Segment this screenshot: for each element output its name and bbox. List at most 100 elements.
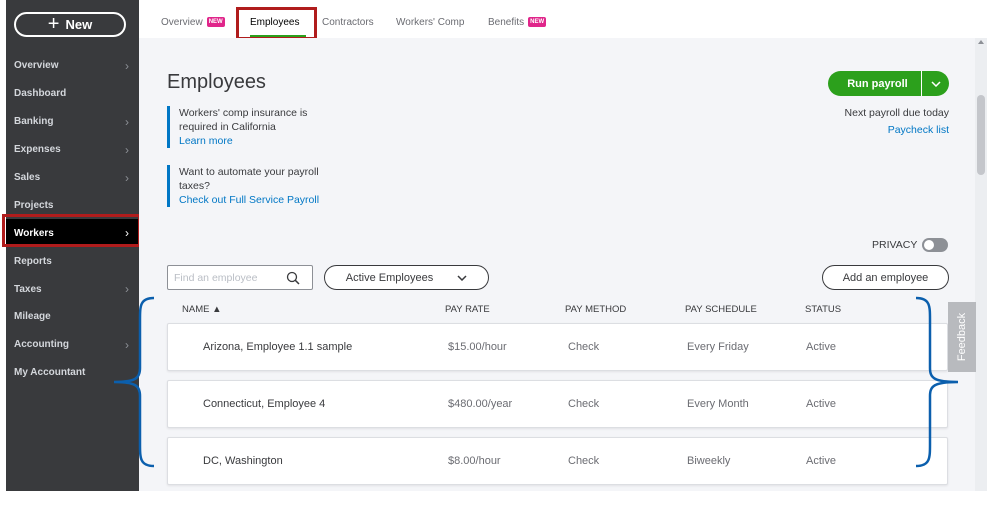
header-label: NAME	[182, 304, 210, 315]
tab-overview[interactable]: Overview NEW	[161, 14, 225, 30]
feedback-label: Feedback	[956, 312, 968, 362]
chevron-down-icon	[930, 80, 941, 87]
sidebar-item-workers[interactable]: Workers ›	[6, 219, 139, 248]
pay-method: Check	[568, 455, 600, 467]
pay-schedule: Every Friday	[687, 341, 749, 353]
sidebar-item-label: Dashboard	[14, 88, 67, 100]
plus-icon: +	[47, 12, 60, 35]
tab-benefits[interactable]: Benefits NEW	[488, 14, 547, 30]
column-header-pay-method: PAY METHOD	[565, 304, 627, 315]
privacy-toggle[interactable]	[922, 238, 949, 252]
run-payroll-label[interactable]: Run payroll	[828, 71, 921, 96]
chevron-down-icon	[457, 274, 467, 281]
sidebar-item-label: Reports	[14, 255, 52, 267]
table-row[interactable]: Arizona, Employee 1.1 sample $15.00/hour…	[167, 323, 948, 371]
scroll-thumb[interactable]	[977, 95, 985, 175]
sidebar-item-label: Sales	[14, 172, 41, 183]
workers-comp-notice: Workers' comp insurance is required in C…	[167, 106, 347, 148]
learn-more-link[interactable]: Learn more	[179, 134, 347, 148]
tab-label: Workers' Comp	[396, 16, 465, 28]
tab-label: Overview	[161, 16, 203, 28]
vertical-scrollbar[interactable]	[975, 38, 987, 491]
search-icon[interactable]	[286, 271, 300, 285]
chevron-right-icon: ›	[125, 337, 129, 352]
privacy-toggle-group: PRIVACY	[872, 238, 949, 252]
filter-selected-value: Active Employees	[345, 271, 434, 284]
sidebar-item-label: Taxes	[14, 283, 42, 295]
pay-rate: $480.00/year	[448, 398, 513, 410]
pay-schedule: Biweekly	[687, 455, 731, 467]
tab-workers-comp[interactable]: Workers' Comp	[396, 14, 464, 30]
sidebar-item-label: Overview	[14, 60, 59, 72]
sidebar-item-mileage[interactable]: Mileage	[6, 303, 139, 331]
feedback-tab[interactable]: Feedback	[948, 302, 976, 372]
chevron-right-icon: ›	[125, 114, 129, 129]
sidebar-item-projects[interactable]: Projects	[6, 191, 139, 219]
column-header-name[interactable]: NAME ▲	[182, 304, 222, 315]
sidebar-item-taxes[interactable]: Taxes ›	[6, 275, 139, 303]
employee-name[interactable]: DC, Washington	[203, 455, 283, 467]
tab-label: Employees	[250, 16, 300, 28]
sidebar-item-label: Mileage	[14, 311, 51, 323]
pay-rate: $8.00/hour	[448, 455, 501, 467]
table-row[interactable]: Connecticut, Employee 4 $480.00/year Che…	[167, 380, 948, 428]
paycheck-list-link[interactable]: Paycheck list	[888, 124, 949, 136]
chevron-right-icon: ›	[125, 58, 129, 73]
privacy-label: PRIVACY	[872, 239, 918, 251]
sidebar-item-accounting[interactable]: Accounting ›	[6, 331, 139, 359]
sidebar-item-dashboard[interactable]: Dashboard	[6, 80, 139, 108]
sidebar-item-label: Accounting	[14, 339, 69, 351]
new-button[interactable]: + New	[14, 12, 126, 37]
sidebar-item-expenses[interactable]: Expenses ›	[6, 136, 139, 164]
column-header-pay-rate: PAY RATE	[445, 304, 490, 315]
scroll-up-arrow-icon[interactable]	[978, 40, 984, 44]
full-service-payroll-link[interactable]: Check out Full Service Payroll	[179, 193, 347, 207]
sidebar-item-label: Banking	[14, 116, 54, 128]
sidebar-item-overview[interactable]: Overview ›	[6, 52, 139, 80]
search-input[interactable]	[174, 271, 286, 284]
page-title: Employees	[167, 71, 266, 93]
employee-status: Active	[806, 455, 836, 467]
chevron-right-icon: ›	[125, 142, 129, 157]
employee-name[interactable]: Connecticut, Employee 4	[203, 398, 325, 410]
tab-label: Contractors	[322, 16, 374, 28]
employee-name[interactable]: Arizona, Employee 1.1 sample	[203, 341, 352, 353]
pay-method: Check	[568, 341, 600, 353]
toggle-knob	[924, 240, 935, 250]
pay-method: Check	[568, 398, 600, 410]
tab-label: Benefits	[488, 16, 525, 28]
chevron-right-icon: ›	[125, 226, 129, 241]
sidebar-item-label: Projects	[14, 199, 54, 211]
run-payroll-button: Run payroll	[828, 71, 949, 96]
new-button-label: New	[65, 17, 93, 32]
sidebar-item-sales[interactable]: Sales ›	[6, 164, 139, 192]
chevron-right-icon: ›	[125, 170, 129, 185]
tab-employees[interactable]: Employees	[250, 14, 299, 30]
run-payroll-dropdown[interactable]	[921, 71, 949, 96]
employee-search-box	[167, 265, 313, 290]
notice-text: Want to automate your payroll taxes?	[179, 166, 319, 192]
top-tab-bar: Overview NEW Employees Contractors Worker…	[139, 0, 999, 38]
sidebar-item-label: Workers	[14, 227, 54, 239]
sidebar-item-reports[interactable]: Reports	[6, 247, 139, 275]
next-payroll-text: Next payroll due today	[844, 107, 949, 119]
active-tab-indicator	[250, 35, 306, 37]
pay-schedule: Every Month	[687, 398, 749, 410]
chevron-right-icon: ›	[125, 282, 129, 297]
add-employee-button[interactable]: Add an employee	[822, 265, 949, 290]
sidebar-item-banking[interactable]: Banking ›	[6, 108, 139, 136]
sidebar-item-label: Expenses	[14, 144, 61, 156]
column-header-status: STATUS	[805, 304, 842, 315]
sidebar-item-my-accountant[interactable]: My Accountant	[6, 359, 139, 387]
payroll-automation-notice: Want to automate your payroll taxes? Che…	[167, 165, 347, 207]
employee-status-filter[interactable]: Active Employees	[324, 265, 489, 290]
new-badge: NEW	[528, 17, 547, 27]
column-header-pay-schedule: PAY SCHEDULE	[685, 304, 757, 315]
notice-text: Workers' comp insurance is required in C…	[179, 107, 308, 133]
new-badge: NEW	[206, 17, 225, 27]
table-row[interactable]: DC, Washington $8.00/hour Check Biweekly…	[167, 437, 948, 485]
tab-contractors[interactable]: Contractors	[322, 14, 374, 30]
employee-status: Active	[806, 398, 836, 410]
sidebar-item-label: My Accountant	[14, 367, 86, 379]
sort-up-icon: ▲	[212, 304, 222, 315]
